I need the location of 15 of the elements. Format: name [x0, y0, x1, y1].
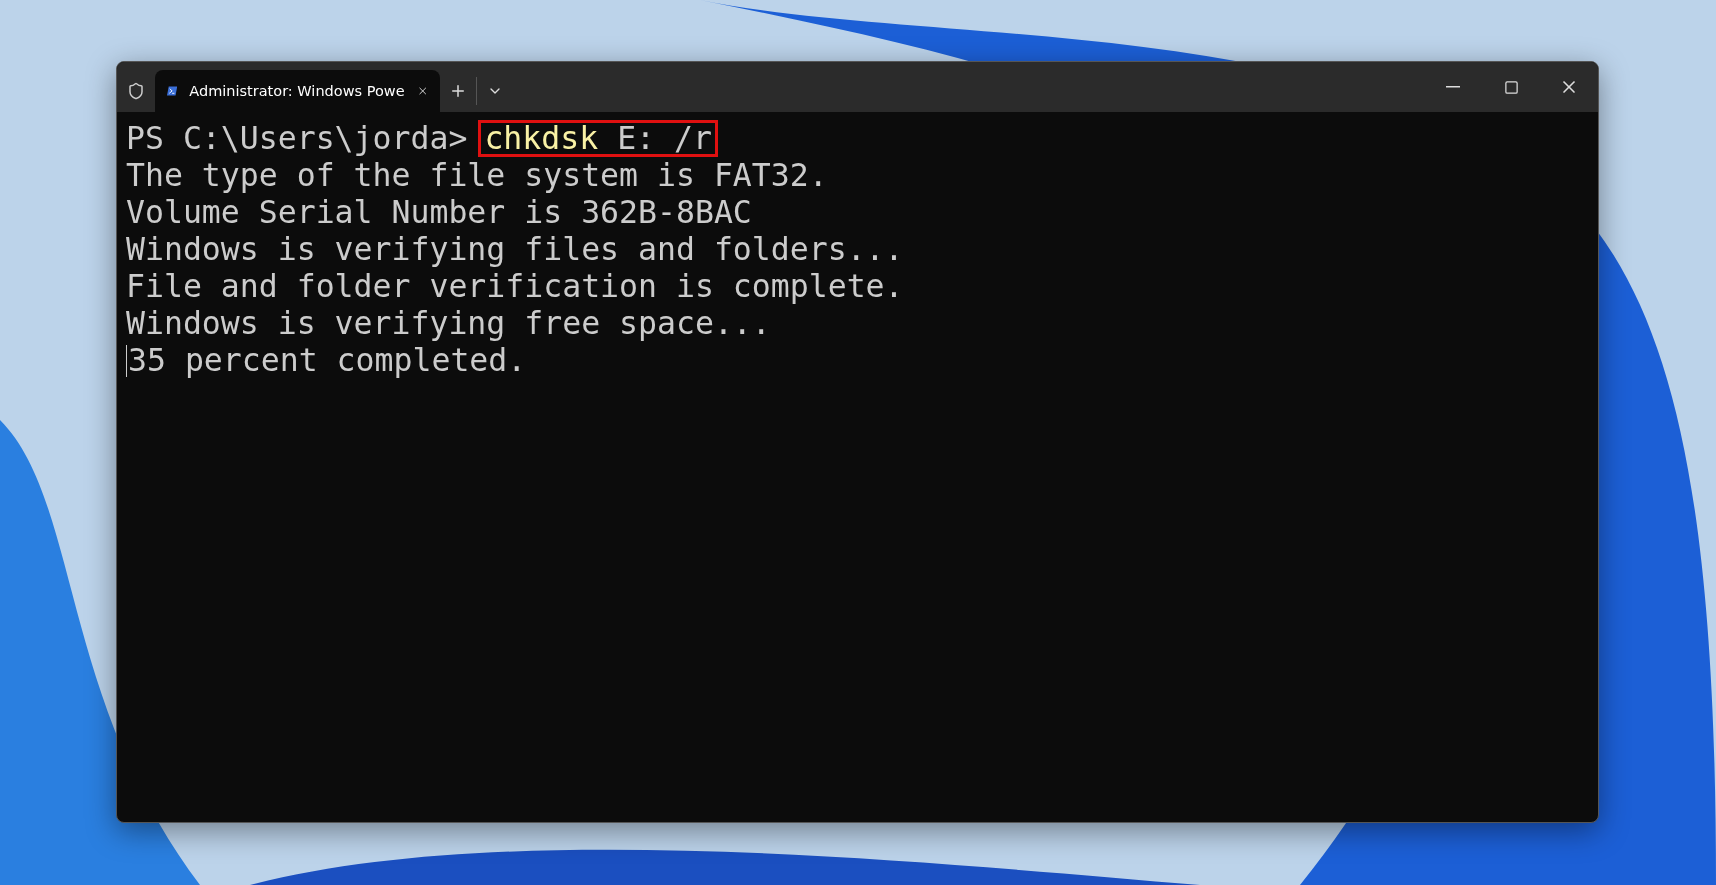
plus-icon: [449, 82, 467, 100]
output-line: Windows is verifying files and folders...: [126, 231, 904, 268]
minimize-icon: [1446, 86, 1460, 88]
prompt: PS C:\Users\jorda>: [126, 120, 468, 157]
output-line: The type of the file system is FAT32.: [126, 157, 828, 194]
powershell-icon: [167, 83, 178, 99]
terminal-tab[interactable]: Administrator: Windows Powe: [155, 70, 440, 112]
output-line: Volume Serial Number is 362B-8BAC: [126, 194, 752, 231]
output-line: File and folder verification is complete.: [126, 268, 904, 305]
maximize-icon: [1503, 79, 1519, 95]
command-text: chkdsk E: /r: [478, 120, 718, 157]
tab-title: Administrator: Windows Powe: [189, 83, 405, 99]
text-cursor: [126, 344, 127, 377]
output-line: 35 percent completed.: [128, 342, 527, 379]
output-line: Windows is verifying free space...: [126, 305, 771, 342]
